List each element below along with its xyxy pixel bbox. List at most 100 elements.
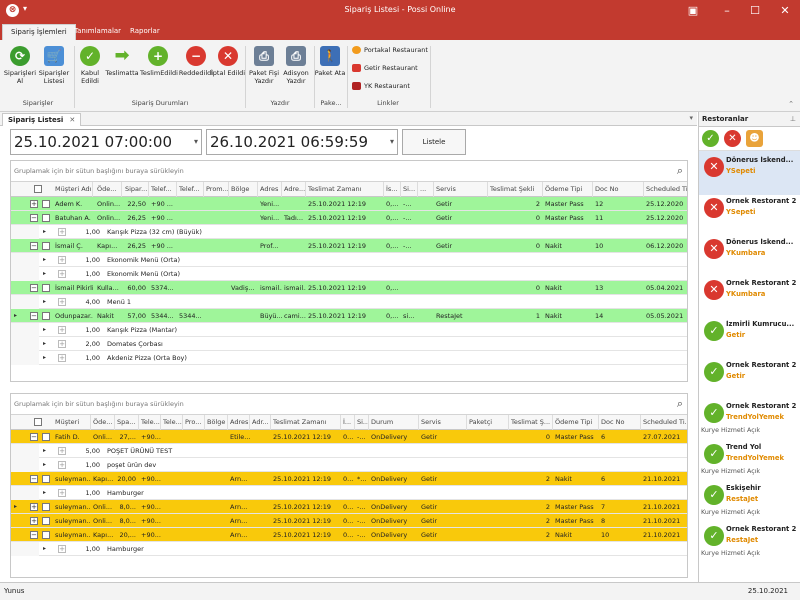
expand-toggle-icon[interactable]: + <box>58 256 66 264</box>
expand-toggle-icon[interactable]: + <box>30 200 38 208</box>
restaurant-item[interactable]: ✓ Ornek Restorant 2 Getir <box>699 356 800 400</box>
row-checkbox[interactable] <box>42 312 50 320</box>
iptal-edildi-button[interactable]: ✕ İptal Edildi <box>210 46 246 77</box>
expand-toggle-icon[interactable]: + <box>58 354 66 362</box>
table-row[interactable]: − suleyman... Kapı... 20,00 +90... Arn... 25.1… <box>11 472 687 486</box>
expand-toggle-icon[interactable]: + <box>58 461 66 469</box>
column-header[interactable]: Telef... <box>177 182 204 197</box>
open-all-button[interactable]: ✓ <box>702 130 719 147</box>
siparisler-listesi-button[interactable]: 🛒 Siparişler Listesi <box>36 46 72 85</box>
column-header[interactable]: Bölge <box>229 182 258 197</box>
column-header[interactable]: Paketçi <box>467 415 509 430</box>
kabul-edildi-button[interactable]: ✓ Kabul Edildi <box>72 46 108 85</box>
column-header[interactable]: Adr... <box>250 415 271 430</box>
doc-tab-siparis-listesi[interactable]: Sipariş Listesi ✕ <box>2 113 82 126</box>
group-by-panel[interactable]: Gruplamak için bir sütun başlığını buray… <box>11 161 687 182</box>
expand-toggle-icon[interactable]: + <box>58 298 66 306</box>
table-row[interactable]: − İsmail Pikirli Kulla... 60,00 5374... Vadiş… <box>11 281 687 295</box>
paket-fisi-yazdir-button[interactable]: ⎙ Paket Fişi Yazdır <box>246 46 282 85</box>
column-header[interactable]: İ... <box>341 415 355 430</box>
table-row[interactable]: + suleyman... Onli... 8,0... +90... Arn... 25.… <box>11 514 687 528</box>
users-icon[interactable]: ☻ <box>746 130 763 147</box>
orders-grid-yellow[interactable]: Gruplamak için bir sütun başlığını buray… <box>10 393 688 578</box>
expand-toggle-icon[interactable]: + <box>30 503 38 511</box>
column-header[interactable]: Si... <box>355 415 369 430</box>
listele-button[interactable]: Listele <box>402 129 466 155</box>
column-header[interactable]: Spa... <box>115 415 139 430</box>
detail-row[interactable]: ▸ +1,00 poşet ürün dev <box>11 458 687 472</box>
tab-tanimlamalar[interactable]: Tanımlamalar <box>66 24 129 40</box>
restaurant-item[interactable]: ✕ Ornek Restorant 2 YSepeti <box>699 192 800 236</box>
expand-toggle-icon[interactable]: − <box>30 242 38 250</box>
adisyon-yazdir-button[interactable]: ⎙ Adisyon Yazdır <box>278 46 314 85</box>
link-getir-restaurant[interactable]: Getir Restaurant <box>352 64 418 72</box>
detail-row[interactable]: ▸ +1,00 Ekonomik Menü (Orta) <box>11 253 687 267</box>
reddedildi-button[interactable]: − Reddedildi <box>178 46 214 77</box>
expand-toggle-icon[interactable]: + <box>58 340 66 348</box>
detail-expand-icon[interactable]: ▸ <box>43 458 46 472</box>
column-header[interactable]: Teslimat Zamanı <box>306 182 384 197</box>
expand-toggle-icon[interactable]: − <box>30 312 38 320</box>
link-yk-restaurant[interactable]: YK Restaurant <box>352 82 410 90</box>
restaurant-item[interactable]: ✓ Eskişehir RestaJet Kurye Hizmeti Açık <box>699 479 800 523</box>
column-header[interactable]: Sipar... <box>123 182 149 197</box>
column-header[interactable]: Ödeme Tipi <box>543 182 593 197</box>
column-header[interactable]: Doc No <box>599 415 641 430</box>
column-header[interactable]: Teslimat Ş... <box>509 415 553 430</box>
detail-row[interactable]: ▸ +2,00 Domates Çorbası <box>11 337 687 351</box>
restaurant-item[interactable]: ✓ Ornek Restorant 2 TrendYolYemek Kurye Hiz… <box>699 397 800 441</box>
row-checkbox[interactable] <box>42 284 50 292</box>
detail-row[interactable]: ▸ +1,00 Hamburger <box>11 542 687 556</box>
detail-expand-icon[interactable]: ▸ <box>43 486 46 500</box>
restaurant-item[interactable]: ✓ Trend Yol TrendYolYemek Kurye Hizmeti Açı… <box>699 438 800 482</box>
column-header[interactable]: Tele... <box>139 415 161 430</box>
table-row[interactable]: − Batuhan A. Onlin... 26,25 +90 ... Yeni... Ta… <box>11 211 687 225</box>
row-checkbox[interactable] <box>42 475 50 483</box>
restaurant-item[interactable]: ✓ Ornek Restorant 2 RestaJet Kurye Hizmeti … <box>699 520 800 564</box>
column-header[interactable]: İs... <box>384 182 401 197</box>
table-row[interactable]: ▸ − Odunpazar... Nakit 57,00 5344... 5344... Bü… <box>11 309 687 323</box>
teslimatta-button[interactable]: ➡ Teslimatta <box>104 46 140 78</box>
expand-toggle-icon[interactable]: + <box>58 545 66 553</box>
row-checkbox[interactable] <box>42 503 50 511</box>
tab-siparis-islemleri[interactable]: Sipariş İşlemleri <box>2 24 76 40</box>
expand-toggle-icon[interactable]: + <box>58 326 66 334</box>
row-checkbox[interactable] <box>42 531 50 539</box>
column-header[interactable]: Servis <box>434 182 488 197</box>
detail-row[interactable]: ▸ +1,00 Karışık Pizza (32 cm) (Büyük) <box>11 225 687 239</box>
column-header[interactable]: Prom... <box>204 182 229 197</box>
expand-toggle-icon[interactable]: + <box>30 517 38 525</box>
column-header[interactable]: Öde... <box>91 415 115 430</box>
detail-row[interactable]: ▸ +1,00 Ekonomik Menü (Orta) <box>11 267 687 281</box>
search-icon[interactable]: ⌕ <box>677 164 683 178</box>
column-header[interactable]: Durum <box>369 415 419 430</box>
detail-expand-icon[interactable]: ▸ <box>43 295 46 309</box>
expand-toggle-icon[interactable]: + <box>58 228 66 236</box>
row-checkbox[interactable] <box>42 214 50 222</box>
expand-toggle-icon[interactable]: − <box>30 475 38 483</box>
siparisleri-al-button[interactable]: ⟳ Siparişleri Al <box>2 46 38 85</box>
table-row[interactable]: − suleyman... Kapı... 20,... +90... Arn... 25.… <box>11 528 687 542</box>
row-checkbox[interactable] <box>42 242 50 250</box>
detail-expand-icon[interactable]: ▸ <box>43 253 46 267</box>
column-header[interactable]: Adres <box>258 182 282 197</box>
orders-grid-green[interactable]: Gruplamak için bir sütun başlığını buray… <box>10 160 688 382</box>
expand-toggle-icon[interactable]: − <box>30 433 38 441</box>
detail-row[interactable]: ▸ +1,00 Karışık Pizza (Mantar) <box>11 323 687 337</box>
close-tab-icon[interactable]: ✕ <box>69 116 75 124</box>
column-header[interactable]: Ödeme Tipi <box>553 415 599 430</box>
restaurant-item[interactable]: ✕ Ornek Restorant 2 YKumbara <box>699 274 800 318</box>
detail-row[interactable]: ▸ +5,00 POŞET ÜRÜNÜ TEST <box>11 444 687 458</box>
minimize-button[interactable]: – <box>716 2 738 20</box>
detail-row[interactable]: ▸ +1,00 Hamburger <box>11 486 687 500</box>
column-header[interactable]: Scheduled Ti... <box>641 415 687 430</box>
restaurant-item[interactable]: ✓ İzmirli Kumrucu... Getir <box>699 315 800 359</box>
expand-toggle-icon[interactable]: − <box>30 214 38 222</box>
end-date-picker[interactable]: 26.10.2021 06:59:59 ▾ <box>206 129 398 155</box>
row-checkbox[interactable] <box>42 433 50 441</box>
link-portakal-restaurant[interactable]: Portakal Restaurant <box>352 46 428 54</box>
group-by-panel[interactable]: Gruplamak için bir sütun başlığını buray… <box>11 394 687 415</box>
row-checkbox[interactable] <box>42 517 50 525</box>
close-button[interactable]: ✕ <box>774 2 796 20</box>
detail-expand-icon[interactable]: ▸ <box>43 225 46 239</box>
